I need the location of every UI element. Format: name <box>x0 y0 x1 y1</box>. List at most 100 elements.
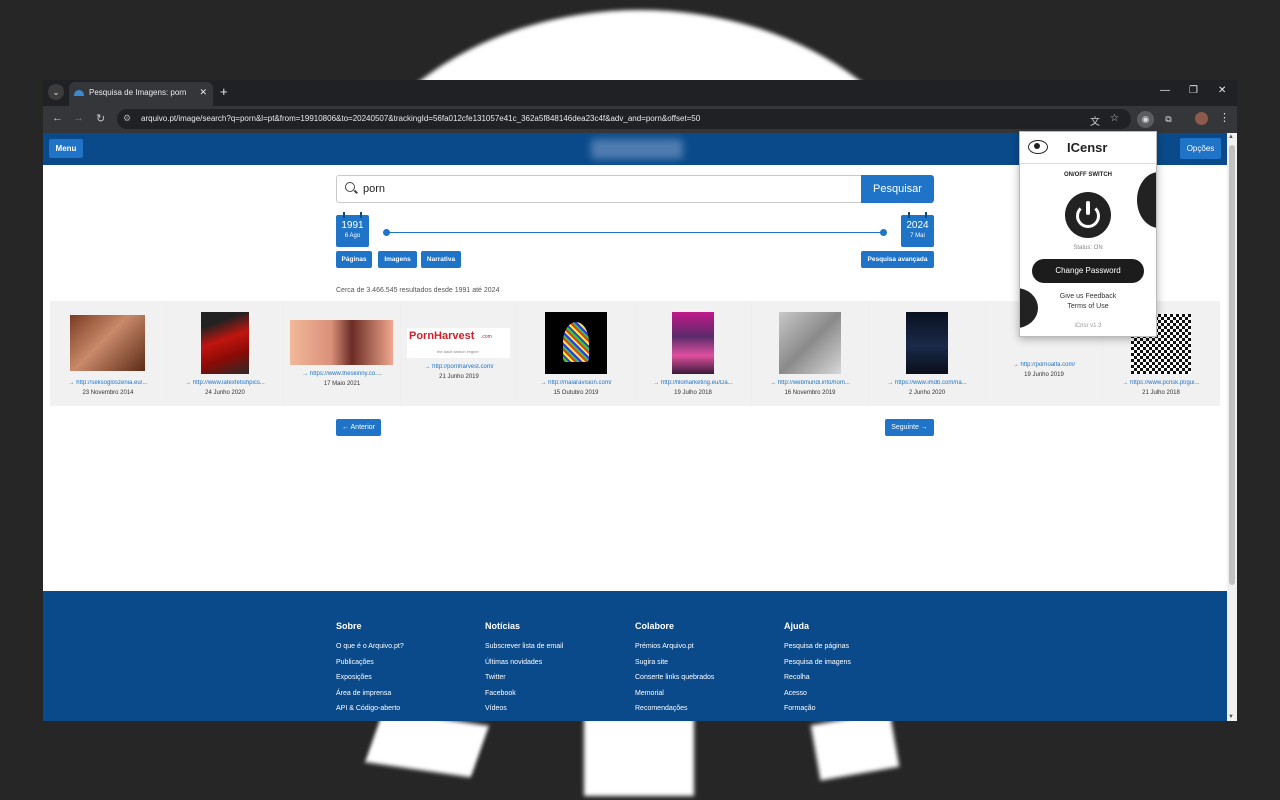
reload-icon[interactable]: ↻ <box>96 112 105 125</box>
footer-link[interactable]: Subscrever lista de email <box>485 643 563 659</box>
result-thumbnail[interactable] <box>779 312 841 374</box>
translate-icon[interactable]: 文 <box>1090 113 1100 128</box>
pornharvest-logo-suffix: .com <box>481 334 492 340</box>
footer-heading: Colabore <box>635 621 675 631</box>
new-tab-icon[interactable]: + <box>220 84 228 99</box>
previous-page-button[interactable]: ← Anterior <box>336 419 381 436</box>
tab-search-icon[interactable]: ⌄ <box>48 84 64 100</box>
scroll-up-arrow-icon[interactable]: ▲ <box>1228 134 1234 140</box>
footer-link[interactable]: Recolha <box>784 674 851 690</box>
extensions-puzzle-icon[interactable]: ⧉ <box>1160 111 1177 128</box>
options-button[interactable]: Opções <box>1180 138 1221 159</box>
image-result[interactable]: → http://www.latexfetishpics... 24 Junho… <box>167 301 283 406</box>
footer-link[interactable]: Acesso <box>784 690 851 706</box>
result-url[interactable]: → https://www.imdb.com/na... <box>873 380 981 386</box>
image-result[interactable]: PornHarvest .com the adult search engine… <box>401 301 517 406</box>
narrative-search-button[interactable]: Narrativa <box>421 251 461 268</box>
result-url[interactable]: → http://filomarketing.eu/Da... <box>639 380 747 386</box>
footer-link[interactable]: API & Código-aberto <box>336 705 404 721</box>
result-thumbnail[interactable] <box>70 315 145 371</box>
images-search-button[interactable]: Imagens <box>378 251 417 268</box>
menu-button[interactable]: Menu <box>49 139 83 158</box>
image-result[interactable]: → http://webmundi.info/hom... 16 Novembr… <box>752 301 868 406</box>
footer-link[interactable]: Facebook <box>485 690 563 706</box>
slider-end-handle[interactable] <box>880 229 887 236</box>
feedback-link[interactable]: Give us Feedback <box>1020 293 1156 300</box>
icensr-extension-icon[interactable]: ◉ <box>1137 111 1154 128</box>
site-info-icon[interactable]: ⚙ <box>123 113 131 124</box>
result-url[interactable]: → http://malaravision.com/ <box>522 380 630 386</box>
address-bar[interactable]: ⚙ arquivo.pt/image/search?q=porn&l=pt&fr… <box>117 109 1131 129</box>
scrollbar-thumb[interactable] <box>1229 145 1235 585</box>
footer-link[interactable]: Twitter <box>485 674 563 690</box>
date-range-slider[interactable] <box>385 232 885 233</box>
image-result[interactable]: → http://seksogloszenia.eu/... 23 Novemb… <box>50 301 166 406</box>
search-value: porn <box>363 183 386 195</box>
thumbnail-pattern <box>563 322 589 362</box>
advanced-search-button[interactable]: Pesquisa avançada <box>861 251 934 268</box>
footer-link[interactable]: Recomendações <box>635 705 714 721</box>
footer-link[interactable]: Pesquisa de páginas <box>784 643 851 659</box>
pages-search-button[interactable]: Páginas <box>336 251 372 268</box>
footer-link[interactable]: Conserte links quebrados <box>635 674 714 690</box>
result-date: 21 Julho 2018 <box>1142 390 1180 396</box>
footer-link[interactable]: Publicações <box>336 659 404 675</box>
slider-start-handle[interactable] <box>383 229 390 236</box>
result-url[interactable]: → https://www.theskinny.co.... <box>288 371 396 377</box>
bookmark-star-icon[interactable]: ☆ <box>1110 113 1119 124</box>
result-thumbnail[interactable] <box>290 320 393 365</box>
result-url[interactable]: → http://pornharvest.com/ <box>405 364 513 370</box>
result-thumbnail[interactable] <box>545 312 607 374</box>
site-logo[interactable] <box>591 139 683 159</box>
next-page-button[interactable]: Seguinte → <box>885 419 934 436</box>
footer-link[interactable]: Área de imprensa <box>336 690 404 706</box>
footer-heading: Notícias <box>485 621 521 631</box>
image-result[interactable]: → https://www.imdb.com/na... 2 Junho 202… <box>869 301 985 406</box>
page-scrollbar[interactable]: ▲ ▼ <box>1227 133 1237 721</box>
terms-link[interactable]: Terms of Use <box>1020 303 1156 310</box>
result-url[interactable]: → https://www.pcrisk.pt/gui... <box>1107 380 1215 386</box>
scroll-down-arrow-icon[interactable]: ▼ <box>1228 714 1234 720</box>
footer-link[interactable]: Formação <box>784 705 851 721</box>
footer-link[interactable]: Exposições <box>336 674 404 690</box>
search-button[interactable]: Pesquisar <box>861 175 934 203</box>
close-tab-icon[interactable]: ✕ <box>199 87 207 98</box>
result-thumbnail[interactable]: PornHarvest .com the adult search engine <box>407 328 510 358</box>
image-result[interactable]: → https://www.theskinny.co.... 17 Maio 2… <box>284 301 400 406</box>
start-date-calendar[interactable]: 1991 6 Ago <box>336 212 369 247</box>
end-date-calendar[interactable]: 2024 7 Mai <box>901 212 934 247</box>
result-thumbnail[interactable] <box>672 312 714 374</box>
profile-avatar[interactable] <box>1195 112 1208 125</box>
change-password-button[interactable]: Change Password <box>1032 259 1144 283</box>
image-result[interactable]: → http://filomarketing.eu/Da... 19 Julho… <box>635 301 751 406</box>
tab-active[interactable]: Pesquisa de Imagens: porn ✕ <box>69 82 213 106</box>
footer-link[interactable]: Sugira site <box>635 659 714 675</box>
footer-column-colabore: Colabore Prémios Arquivo.pt Sugira site … <box>635 621 714 721</box>
forward-icon[interactable]: → <box>73 112 84 124</box>
result-url[interactable]: → http://webmundi.info/hom... <box>756 380 864 386</box>
power-toggle-button[interactable] <box>1065 192 1111 238</box>
footer-link[interactable]: Pesquisa de imagens <box>784 659 851 675</box>
result-thumbnail[interactable] <box>906 312 948 374</box>
footer-link[interactable]: Vídeos <box>485 705 563 721</box>
result-url[interactable]: → http://seksogloszenia.eu/... <box>54 380 162 386</box>
footer-link[interactable]: O que é o Arquivo.pt? <box>336 643 404 659</box>
image-result[interactable]: → http://malaravision.com/ 15 Outubro 20… <box>518 301 634 406</box>
footer-link[interactable]: Memorial <box>635 690 714 706</box>
kebab-menu-icon[interactable]: ⋮ <box>1219 111 1230 124</box>
result-url[interactable]: → http://www.latexfetishpics... <box>171 380 279 386</box>
result-date: 19 Junho 2019 <box>1024 372 1064 378</box>
result-thumbnail[interactable] <box>201 312 249 374</box>
minimize-icon[interactable]: — <box>1160 85 1170 96</box>
decorative-circle <box>1137 172 1156 228</box>
result-date: 17 Maio 2021 <box>323 381 361 387</box>
footer-link[interactable]: Últimas novidades <box>485 659 563 675</box>
result-url[interactable]: → http://pornoalfa.com/ <box>990 362 1098 368</box>
pornharvest-tagline: the adult search engine <box>437 349 479 354</box>
footer-link[interactable]: Prémios Arquivo.pt <box>635 643 714 659</box>
restore-icon[interactable]: ❐ <box>1189 85 1198 96</box>
url-text: arquivo.pt/image/search?q=porn&l=pt&from… <box>141 114 701 123</box>
search-input[interactable]: porn <box>336 175 862 203</box>
close-window-icon[interactable]: ✕ <box>1218 85 1226 96</box>
back-icon[interactable]: ← <box>52 112 63 124</box>
